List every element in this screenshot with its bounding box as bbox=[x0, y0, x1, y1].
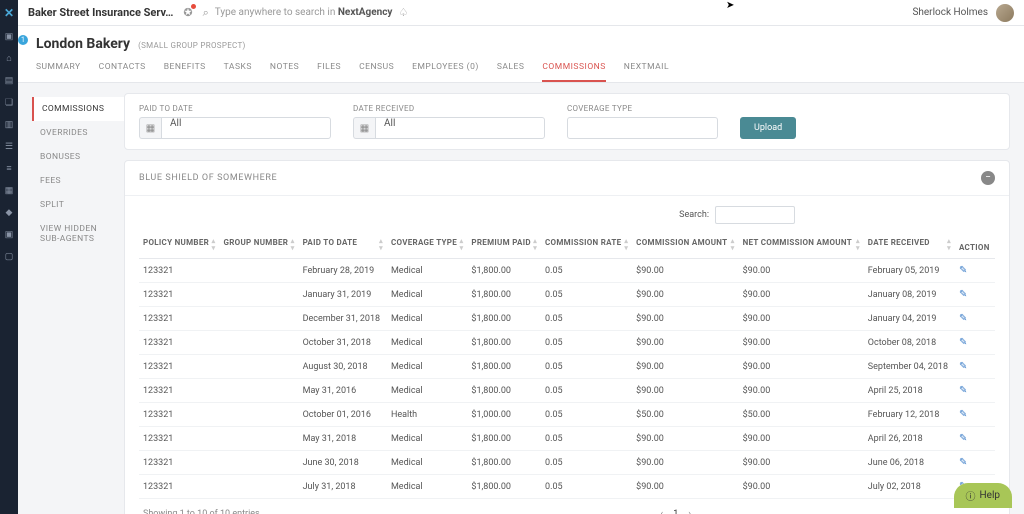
table-search-input[interactable] bbox=[715, 206, 795, 224]
subnav-bonuses[interactable]: BONUSES bbox=[32, 145, 124, 169]
nav-icon-money[interactable]: ≡ bbox=[4, 164, 14, 174]
notifications-icon[interactable]: ✪ bbox=[183, 6, 192, 19]
tab-contacts[interactable]: CONTACTS bbox=[99, 62, 146, 82]
subnav-split[interactable]: SPLIT bbox=[32, 193, 124, 217]
edit-icon[interactable]: ✎ bbox=[959, 337, 967, 348]
carrier-title: BLUE SHIELD OF SOMEWHERE bbox=[139, 173, 277, 183]
tab-summary[interactable]: SUMMARY bbox=[36, 62, 81, 82]
agency-name[interactable]: Baker Street Insurance Serv… bbox=[28, 6, 173, 19]
edit-icon[interactable]: ✎ bbox=[959, 433, 967, 444]
calendar-icon[interactable]: ▦ bbox=[139, 117, 161, 139]
coverage-type-label: COVERAGE TYPE bbox=[567, 104, 718, 113]
tab-benefits[interactable]: BENEFITS bbox=[164, 62, 206, 82]
table-row: 123321August 30, 2018Medical$1,800.000.0… bbox=[139, 355, 995, 379]
nav-icon-box[interactable]: ❏ bbox=[4, 98, 14, 108]
calendar-icon[interactable]: ▦ bbox=[353, 117, 375, 139]
table-row: 123321February 28, 2019Medical$1,800.000… bbox=[139, 259, 995, 283]
table-row: 123321October 01, 2016Health$1,000.000.0… bbox=[139, 403, 995, 427]
tab-commissions[interactable]: COMMISSIONS bbox=[542, 62, 605, 82]
subnav-overrides[interactable]: OVERRIDES bbox=[32, 121, 124, 145]
pager-current: 1 bbox=[673, 509, 678, 514]
col-paid-to-date[interactable]: PAID TO DATE▴▾ bbox=[299, 232, 387, 259]
col-group-number[interactable]: GROUP NUMBER▴▾ bbox=[219, 232, 298, 259]
page-title: London Bakery bbox=[36, 36, 130, 52]
tab-employees-0-[interactable]: EMPLOYEES (0) bbox=[412, 62, 479, 82]
tab-nextmail[interactable]: NEXTMAIL bbox=[624, 62, 669, 82]
tab-files[interactable]: FILES bbox=[317, 62, 341, 82]
commissions-subnav: COMMISSIONSOVERRIDESBONUSESFEESSPLITVIEW… bbox=[32, 93, 124, 504]
col-net-commission-amount[interactable]: NET COMMISSION AMOUNT▴▾ bbox=[739, 232, 864, 259]
col-premium-paid[interactable]: PREMIUM PAID▴▾ bbox=[467, 232, 541, 259]
current-user-name[interactable]: Sherlock Holmes bbox=[912, 7, 988, 18]
avatar[interactable] bbox=[996, 4, 1014, 22]
help-icon: ⓘ bbox=[966, 488, 976, 503]
edit-icon[interactable]: ✎ bbox=[959, 457, 967, 468]
col-commission-amount[interactable]: COMMISSION AMOUNT▴▾ bbox=[632, 232, 738, 259]
page-subtitle: (SMALL GROUP PROSPECT) bbox=[138, 41, 246, 50]
table-row: 123321July 31, 2018Medical$1,800.000.05$… bbox=[139, 475, 995, 499]
tab-tasks[interactable]: TASKS bbox=[224, 62, 252, 82]
pager-next[interactable]: › bbox=[688, 509, 691, 514]
edit-icon[interactable]: ✎ bbox=[959, 409, 967, 420]
table-row: 123321January 31, 2019Medical$1,800.000.… bbox=[139, 283, 995, 307]
carrier-section-blue-shield: BLUE SHIELD OF SOMEWHERE − Search: POLIC… bbox=[124, 160, 1010, 514]
date-received-label: DATE RECEIVED bbox=[353, 104, 545, 113]
page-header: London Bakery (SMALL GROUP PROSPECT) SUM… bbox=[18, 26, 1024, 83]
tab-notes[interactable]: NOTES bbox=[270, 62, 299, 82]
col-policy-number[interactable]: POLICY NUMBER▴▾ bbox=[139, 232, 219, 259]
pager-info: Showing 1 to 10 of 10 entries bbox=[143, 509, 260, 514]
search-icon[interactable]: ⌕ bbox=[203, 6, 209, 20]
edit-icon[interactable]: ✎ bbox=[959, 289, 967, 300]
edit-icon[interactable]: ✎ bbox=[959, 265, 967, 276]
coverage-type-input[interactable] bbox=[567, 117, 718, 139]
col-coverage-type[interactable]: COVERAGE TYPE▴▾ bbox=[387, 232, 467, 259]
record-tabs: SUMMARY CONTACTS BENEFITS TASKS NOTES FILES CE… bbox=[36, 62, 1006, 82]
rail-notification-badge: 1 bbox=[18, 35, 28, 45]
nav-icon-agents[interactable]: ◆ bbox=[4, 208, 14, 218]
subnav-fees[interactable]: FEES bbox=[32, 169, 124, 193]
subnav-commissions[interactable]: COMMISSIONS bbox=[32, 97, 124, 121]
left-nav-rail: ✕ ▣ ⌂ ▤ ❏ ▥ ☰ ≡ ▦ ◆ ▣ ▢ bbox=[0, 0, 18, 514]
bell-icon[interactable]: ♤ bbox=[398, 6, 408, 19]
pager-prev[interactable]: ‹ bbox=[661, 509, 664, 514]
nav-icon-team[interactable]: ▦ bbox=[4, 186, 14, 196]
table-row: 123321December 31, 2018Medical$1,800.000… bbox=[139, 307, 995, 331]
tab-census[interactable]: CENSUS bbox=[359, 62, 394, 82]
col-date-received[interactable]: DATE RECEIVED▴▾ bbox=[864, 232, 955, 259]
subnav-view-hidden-sub-agents[interactable]: VIEW HIDDEN SUB-AGENTS bbox=[32, 217, 124, 251]
table-row: 123321May 31, 2018Medical$1,800.000.05$9… bbox=[139, 427, 995, 451]
col-action[interactable]: ACTION bbox=[955, 232, 995, 259]
top-bar: Baker Street Insurance Serv… ✪ ⌕ Type an… bbox=[18, 0, 1024, 26]
nav-icon-home[interactable]: ⌂ bbox=[4, 54, 14, 64]
nav-icon-list[interactable]: ☰ bbox=[4, 142, 14, 152]
date-received-select[interactable]: All bbox=[375, 117, 545, 139]
cursor-icon: ➤ bbox=[726, 0, 734, 11]
nav-icon-calendar[interactable]: ▢ bbox=[4, 252, 14, 262]
edit-icon[interactable]: ✎ bbox=[959, 313, 967, 324]
app-logo[interactable]: ✕ bbox=[2, 6, 16, 20]
upload-button[interactable]: Upload bbox=[740, 117, 796, 139]
help-button[interactable]: ⓘ Help bbox=[954, 483, 1012, 508]
table-row: 123321October 31, 2018Medical$1,800.000.… bbox=[139, 331, 995, 355]
table-row: 123321June 30, 2018Medical$1,800.000.05$… bbox=[139, 451, 995, 475]
edit-icon[interactable]: ✎ bbox=[959, 385, 967, 396]
tab-sales[interactable]: SALES bbox=[497, 62, 525, 82]
nav-icon-contacts[interactable]: ▤ bbox=[4, 76, 14, 86]
nav-icon-reports[interactable]: ▥ bbox=[4, 120, 14, 130]
table-row: 123321May 31, 2016Medical$1,800.000.05$9… bbox=[139, 379, 995, 403]
nav-icon-briefcase[interactable]: ▣ bbox=[4, 230, 14, 240]
nav-icon-dashboard[interactable]: ▣ bbox=[4, 32, 14, 42]
col-commission-rate[interactable]: COMMISSION RATE▴▾ bbox=[541, 232, 632, 259]
filter-bar: PAID TO DATE ▦ All DATE RECEIVED ▦ All bbox=[124, 93, 1010, 150]
paid-to-date-label: PAID TO DATE bbox=[139, 104, 331, 113]
collapse-icon[interactable]: − bbox=[981, 171, 995, 185]
commissions-table: POLICY NUMBER▴▾GROUP NUMBER▴▾PAID TO DAT… bbox=[139, 232, 995, 499]
table-search-label: Search: bbox=[679, 210, 709, 220]
edit-icon[interactable]: ✎ bbox=[959, 361, 967, 372]
global-search-placeholder[interactable]: Type anywhere to search in NextAgency bbox=[215, 7, 393, 18]
paid-to-date-select[interactable]: All bbox=[161, 117, 331, 139]
